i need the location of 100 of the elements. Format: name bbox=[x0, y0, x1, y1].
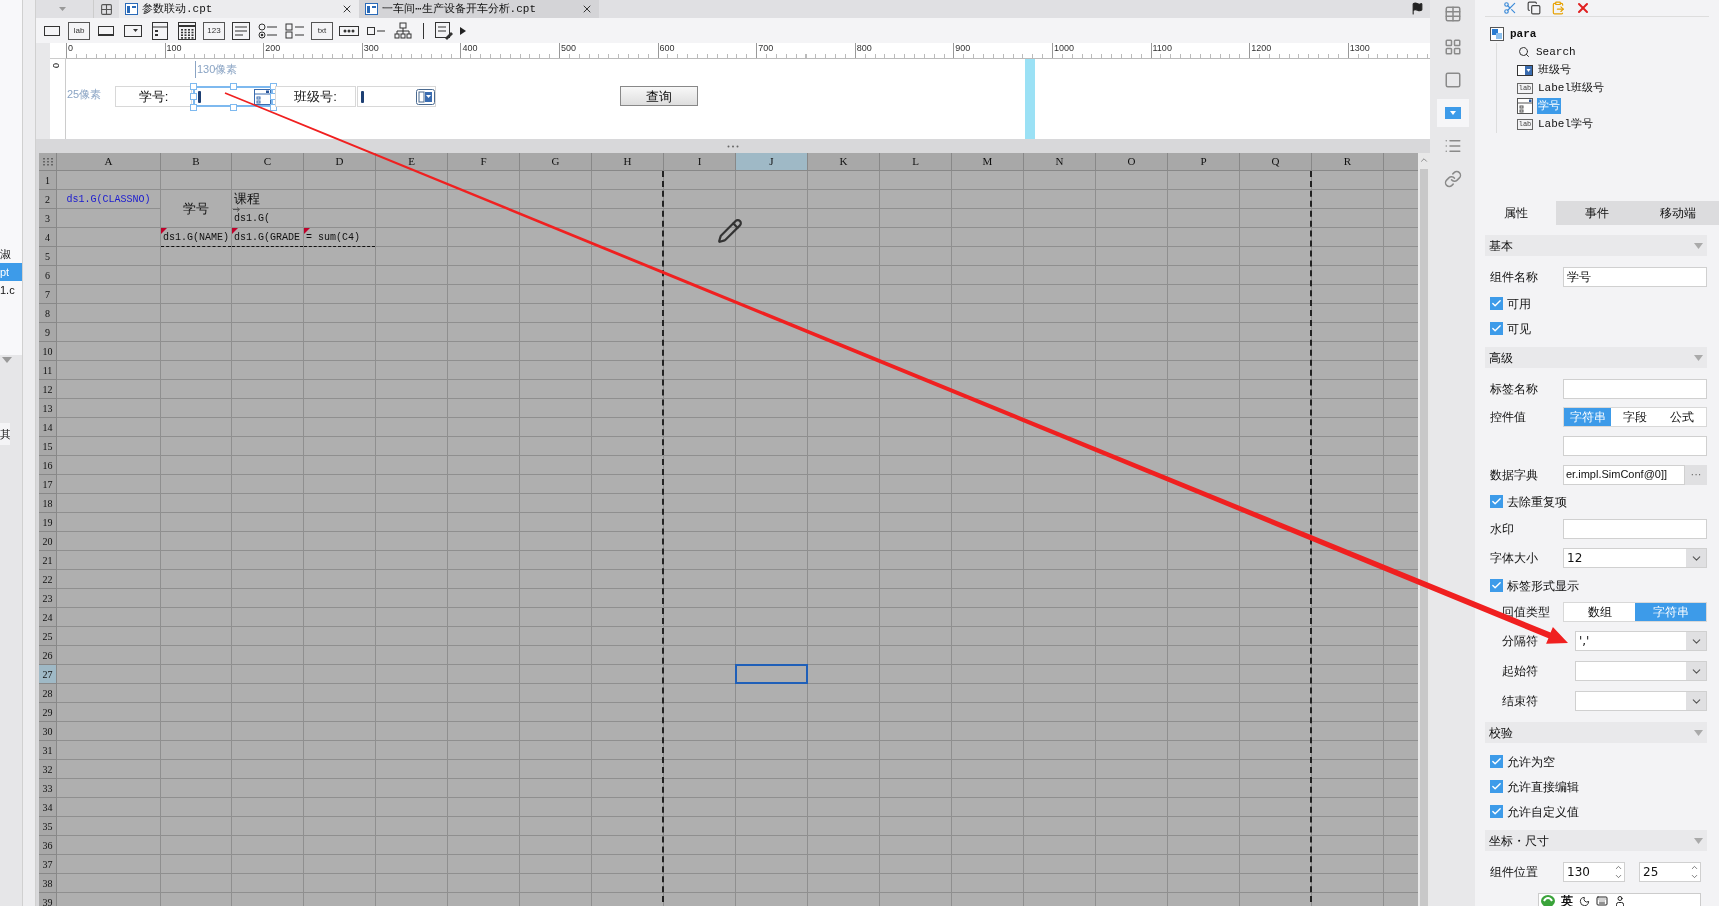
tree-item[interactable]: Label学号 bbox=[1537, 115, 1594, 133]
tree-item[interactable]: para bbox=[1510, 25, 1537, 43]
row-header[interactable]: 32 bbox=[39, 760, 57, 779]
dropdown-field[interactable] bbox=[1575, 661, 1707, 681]
row-header[interactable]: 9 bbox=[39, 323, 57, 342]
row-header[interactable]: 16 bbox=[39, 456, 57, 475]
text-field[interactable] bbox=[1563, 435, 1707, 456]
column-header[interactable]: C bbox=[232, 153, 304, 171]
row-header[interactable]: 8 bbox=[39, 304, 57, 323]
paste-icon[interactable] bbox=[1551, 1, 1565, 15]
row-header[interactable]: 31 bbox=[39, 741, 57, 760]
column-header[interactable]: N bbox=[1024, 153, 1096, 171]
column-header[interactable]: H bbox=[592, 153, 664, 171]
text-field[interactable]: er.impl.SimConf@0]] bbox=[1563, 464, 1685, 485]
document-edit-icon[interactable] bbox=[433, 21, 455, 40]
file-list-item[interactable]: 淑 bbox=[0, 245, 22, 263]
close-icon[interactable] bbox=[581, 3, 593, 15]
caret-down-icon[interactable] bbox=[1694, 837, 1703, 844]
tree-icon[interactable] bbox=[392, 21, 414, 40]
document-tab[interactable]: 一车间⋯生产设备开车分析.cpt bbox=[359, 0, 599, 18]
column-header[interactable]: D bbox=[304, 153, 376, 171]
caret-down-icon[interactable] bbox=[1694, 354, 1703, 361]
row-header[interactable]: 1 bbox=[39, 171, 57, 190]
text-field[interactable] bbox=[1563, 518, 1707, 539]
section-header[interactable]: 坐标・尺寸 bbox=[1485, 830, 1707, 851]
row-header[interactable]: 21 bbox=[39, 551, 57, 570]
dropdown-field[interactable] bbox=[1575, 691, 1707, 711]
section-header[interactable]: 校验 bbox=[1485, 722, 1707, 743]
row-header[interactable]: 22 bbox=[39, 570, 57, 589]
drag-handle-icon[interactable] bbox=[727, 144, 739, 148]
row-header[interactable]: 23 bbox=[39, 589, 57, 608]
column-header[interactable]: O bbox=[1096, 153, 1168, 171]
delete-icon[interactable] bbox=[1575, 0, 1591, 16]
row-header[interactable]: 19 bbox=[39, 513, 57, 532]
scrollbar[interactable] bbox=[1418, 153, 1430, 906]
text-field[interactable]: 学号 bbox=[1563, 266, 1707, 287]
row-header[interactable]: 35 bbox=[39, 817, 57, 836]
tree-item[interactable]: Label班级号 bbox=[1537, 79, 1605, 97]
row-header[interactable]: 30 bbox=[39, 722, 57, 741]
column-header[interactable]: I bbox=[664, 153, 736, 171]
dropdown-icon[interactable] bbox=[416, 88, 435, 105]
spreadsheet-grid[interactable] bbox=[39, 153, 1418, 906]
section-header[interactable]: 高级 bbox=[1485, 347, 1707, 368]
number-widget-icon[interactable]: 123 bbox=[203, 21, 225, 40]
row-header[interactable]: 27 bbox=[39, 665, 57, 684]
row-header[interactable]: 15 bbox=[39, 437, 57, 456]
keyboard-icon[interactable] bbox=[1596, 895, 1608, 906]
select-all-corner[interactable] bbox=[39, 153, 57, 171]
row-header[interactable]: 5 bbox=[39, 247, 57, 266]
column-header[interactable]: A bbox=[57, 153, 161, 171]
scroll-up-icon[interactable] bbox=[1419, 155, 1429, 165]
copy-icon[interactable] bbox=[1527, 1, 1541, 15]
row-header[interactable]: 12 bbox=[39, 380, 57, 399]
row-header[interactable]: 26 bbox=[39, 646, 57, 665]
row-header[interactable]: 36 bbox=[39, 836, 57, 855]
row-header[interactable]: 24 bbox=[39, 608, 57, 627]
column-header[interactable]: F bbox=[448, 153, 520, 171]
checkbox-group-icon[interactable] bbox=[284, 21, 306, 40]
row-header[interactable]: 25 bbox=[39, 627, 57, 646]
form-icon[interactable] bbox=[149, 21, 171, 40]
panel-tab[interactable]: 事件 bbox=[1556, 201, 1638, 225]
document-tab[interactable]: 参数联动.cpt bbox=[119, 0, 359, 18]
more-arrow-icon[interactable] bbox=[460, 26, 466, 35]
row-header[interactable]: 6 bbox=[39, 266, 57, 285]
text-widget-icon[interactable]: txt bbox=[311, 21, 333, 40]
column-header[interactable]: R bbox=[1312, 153, 1384, 171]
checkbox[interactable] bbox=[1490, 495, 1503, 508]
row-header[interactable]: 3 bbox=[39, 209, 57, 228]
checkbox[interactable] bbox=[1490, 780, 1503, 793]
row-header[interactable]: 2 bbox=[39, 190, 57, 209]
column-header[interactable]: E bbox=[376, 153, 448, 171]
column-header[interactable]: K bbox=[808, 153, 880, 171]
label-widget-icon[interactable]: lab bbox=[68, 21, 90, 40]
row-header[interactable]: 20 bbox=[39, 532, 57, 551]
checkbox[interactable] bbox=[1490, 322, 1503, 335]
row-header[interactable]: 18 bbox=[39, 494, 57, 513]
row-header[interactable]: 17 bbox=[39, 475, 57, 494]
caret-down-icon[interactable] bbox=[1694, 729, 1703, 736]
dropdown-field[interactable]: ',' bbox=[1575, 631, 1707, 651]
row-header[interactable]: 7 bbox=[39, 285, 57, 304]
number-spinner[interactable]: 130 bbox=[1563, 861, 1625, 882]
section-header[interactable]: 基本 bbox=[1485, 235, 1707, 256]
checkbox[interactable] bbox=[1490, 805, 1503, 818]
widget-label[interactable]: 班级号: bbox=[275, 86, 356, 107]
query-button[interactable]: 查询 bbox=[620, 86, 698, 106]
tree-item[interactable]: Search bbox=[1535, 43, 1577, 61]
widget-label[interactable]: 学号: bbox=[115, 86, 192, 107]
file-list-item[interactable]: 1.c bbox=[0, 281, 22, 299]
number-spinner[interactable]: 25 bbox=[1639, 861, 1701, 882]
user-icon[interactable] bbox=[1614, 895, 1626, 906]
column-header[interactable]: Q bbox=[1240, 153, 1312, 171]
row-header[interactable]: 4 bbox=[39, 228, 57, 247]
caret-down-icon[interactable] bbox=[1694, 242, 1703, 249]
column-header[interactable]: P bbox=[1168, 153, 1240, 171]
ellipsis-button[interactable]: ··· bbox=[1685, 464, 1707, 485]
parameter-canvas[interactable]: 130像素 25像素 学号: 班级号: 查询 bbox=[66, 59, 1430, 139]
caret-down-icon[interactable] bbox=[2, 357, 12, 363]
flag-icon[interactable] bbox=[1411, 2, 1424, 15]
checkbox[interactable] bbox=[1490, 297, 1503, 310]
input-mode-label[interactable]: 英 bbox=[1561, 892, 1573, 906]
